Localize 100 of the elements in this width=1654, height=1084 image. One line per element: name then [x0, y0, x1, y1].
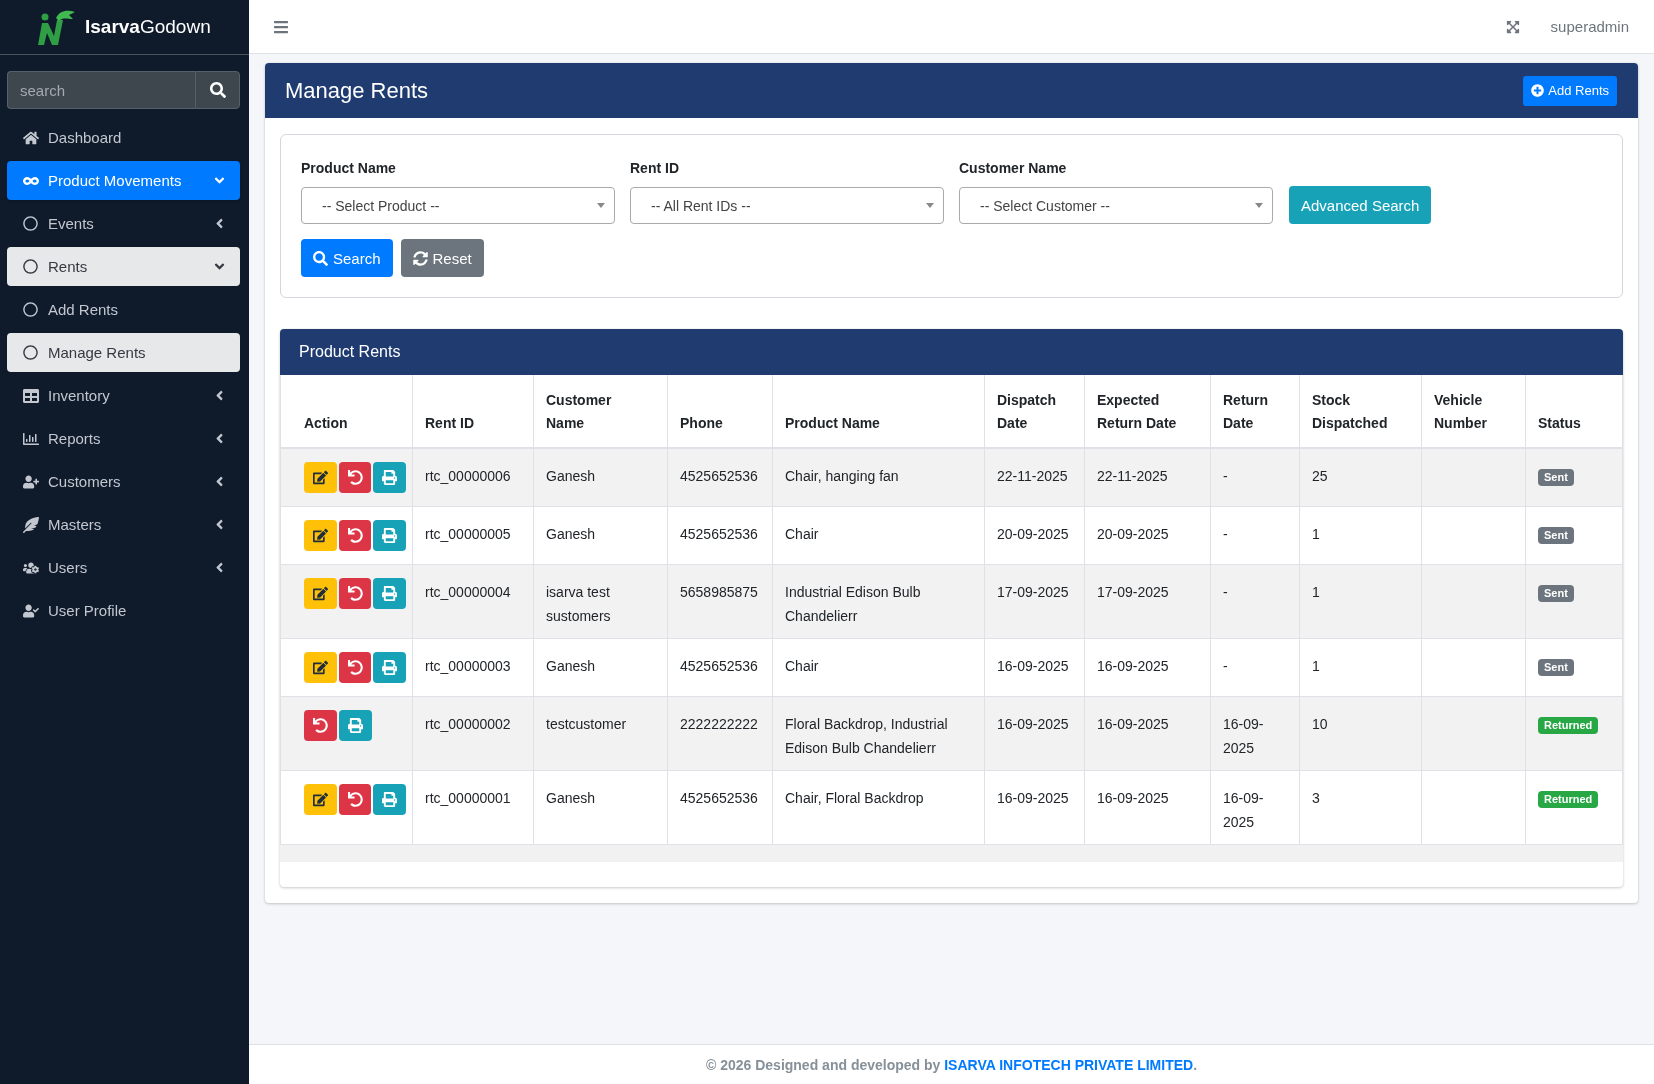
table-cell: 16-09-2025 [1084, 696, 1211, 771]
table-cell: 22-11-2025 [1084, 448, 1211, 507]
bar-chart-icon [23, 430, 39, 447]
edit-button[interactable] [304, 652, 337, 683]
table-cell: 22-11-2025 [984, 448, 1085, 507]
table-cell: Chair [772, 506, 985, 565]
table-cell: 17-09-2025 [984, 564, 1085, 639]
table-cell: - [1210, 448, 1300, 507]
table-cell: Industrial Edison Bulb Chandelierr [772, 564, 985, 639]
table-cell: 4525652536 [667, 770, 773, 845]
print-button[interactable] [373, 652, 406, 683]
print-icon [382, 470, 398, 485]
undo-button[interactable] [338, 652, 372, 683]
undo-icon [347, 470, 363, 485]
add-rents-button[interactable]: Add Rents [1523, 75, 1617, 106]
status-badge: Returned [1538, 791, 1599, 808]
table-cell: Ganesh [533, 506, 668, 565]
table-cell: - [1210, 564, 1300, 639]
user-plus-icon [23, 473, 39, 490]
table-cell: testcustomer [533, 696, 668, 771]
sidebar-item[interactable]: Dashboard [7, 118, 240, 157]
page-title: Manage Rents [285, 77, 429, 104]
table-cell: 10 [1299, 696, 1422, 771]
edit-icon [312, 470, 328, 485]
sidebar-item[interactable]: Users [7, 548, 240, 587]
table-cell: 4525652536 [667, 448, 773, 507]
edit-icon [312, 528, 328, 543]
select-field[interactable]: -- Select Customer -- [959, 187, 1273, 224]
edit-button[interactable] [304, 462, 337, 493]
user-check-icon [23, 602, 39, 619]
fullscreen-icon[interactable] [1505, 19, 1520, 34]
scrollbar-track[interactable] [280, 845, 1623, 862]
undo-button[interactable] [338, 462, 372, 493]
search-button[interactable] [195, 71, 240, 109]
sidebar-item[interactable]: Manage Rents [7, 333, 240, 372]
search-icon [313, 250, 328, 266]
undo-icon [347, 660, 363, 675]
select-field[interactable]: -- All Rent IDs -- [630, 187, 944, 224]
edit-button[interactable] [304, 784, 337, 815]
menu-icon[interactable] [273, 18, 289, 35]
print-button[interactable] [373, 578, 406, 609]
table-cell: 17-09-2025 [1084, 564, 1211, 639]
sidebar-item[interactable]: Customers [7, 462, 240, 501]
sidebar-item[interactable]: Add Rents [7, 290, 240, 329]
table-icon [23, 387, 39, 404]
sidebar-item[interactable]: Inventory [7, 376, 240, 415]
table-cell: 16-09-2025 [984, 696, 1085, 771]
table-cell: rtc_00000001 [412, 770, 534, 845]
table-cell: Ganesh [533, 770, 668, 845]
sidebar-item[interactable]: Reports [7, 419, 240, 458]
table-cell: rtc_00000003 [412, 638, 534, 697]
status-badge: Sent [1538, 469, 1574, 486]
undo-button[interactable] [338, 784, 372, 815]
footer-text: © 2026 Designed and developed by ISARVA INFOTECH PRIVATE LIMITED. [705, 1056, 1198, 1073]
undo-button[interactable] [338, 520, 372, 551]
status-badge: Returned [1538, 717, 1599, 734]
search-button[interactable]: Search [301, 239, 393, 277]
table-cell: Ganesh [533, 448, 668, 507]
field-label: Product Name [301, 159, 396, 178]
select-field[interactable]: -- Select Product -- [301, 187, 615, 224]
table-cell: 1 [1299, 638, 1422, 697]
undo-button[interactable] [304, 710, 337, 741]
sidebar-item[interactable]: User Profile [7, 591, 240, 630]
table-cell: 1 [1299, 506, 1422, 565]
table-cell: 4525652536 [667, 506, 773, 565]
undo-button[interactable] [338, 578, 372, 609]
table-cell: rtc_00000004 [412, 564, 534, 639]
edit-icon [312, 660, 328, 675]
status-badge: Sent [1538, 585, 1574, 602]
edit-button[interactable] [304, 520, 337, 551]
company-link[interactable]: ISARVA INFOTECH PRIVATE LIMITED [944, 1056, 1194, 1073]
table-cell: 16-09-2025 [1210, 770, 1300, 845]
undo-icon [347, 586, 363, 601]
table-cell: 1 [1299, 564, 1422, 639]
user-menu[interactable]: superadmin [1550, 18, 1629, 35]
sidebar-item[interactable]: Rents [7, 247, 240, 286]
caret-icon [597, 203, 605, 208]
table-cell: 4525652536 [667, 638, 773, 697]
table-cell: 16-09-2025 [984, 638, 1085, 697]
print-button[interactable] [373, 520, 406, 551]
table-cell: - [1210, 638, 1300, 697]
edit-button[interactable] [304, 578, 337, 609]
sidebar-item[interactable]: Events [7, 204, 240, 243]
search-field[interactable]: search [7, 71, 195, 109]
table-cell: 2222222222 [667, 696, 773, 771]
field-label: Rent ID [630, 159, 679, 178]
reset-button[interactable]: Reset [400, 239, 484, 277]
table-cell: isarva test sustomers [533, 564, 668, 639]
print-button[interactable] [339, 710, 372, 741]
table-cell: rtc_00000002 [412, 696, 534, 771]
table-cell: 16-09-2025 [1084, 638, 1211, 697]
sidebar-item[interactable]: Product Movements [7, 161, 240, 200]
status-badge: Sent [1538, 659, 1574, 676]
print-button[interactable] [373, 784, 406, 815]
print-icon [382, 660, 398, 675]
print-button[interactable] [373, 462, 406, 493]
table-cell: 25 [1299, 448, 1422, 507]
table-cell: 20-09-2025 [1084, 506, 1211, 565]
caret-icon [1255, 203, 1263, 208]
sidebar-item[interactable]: Masters [7, 505, 240, 544]
